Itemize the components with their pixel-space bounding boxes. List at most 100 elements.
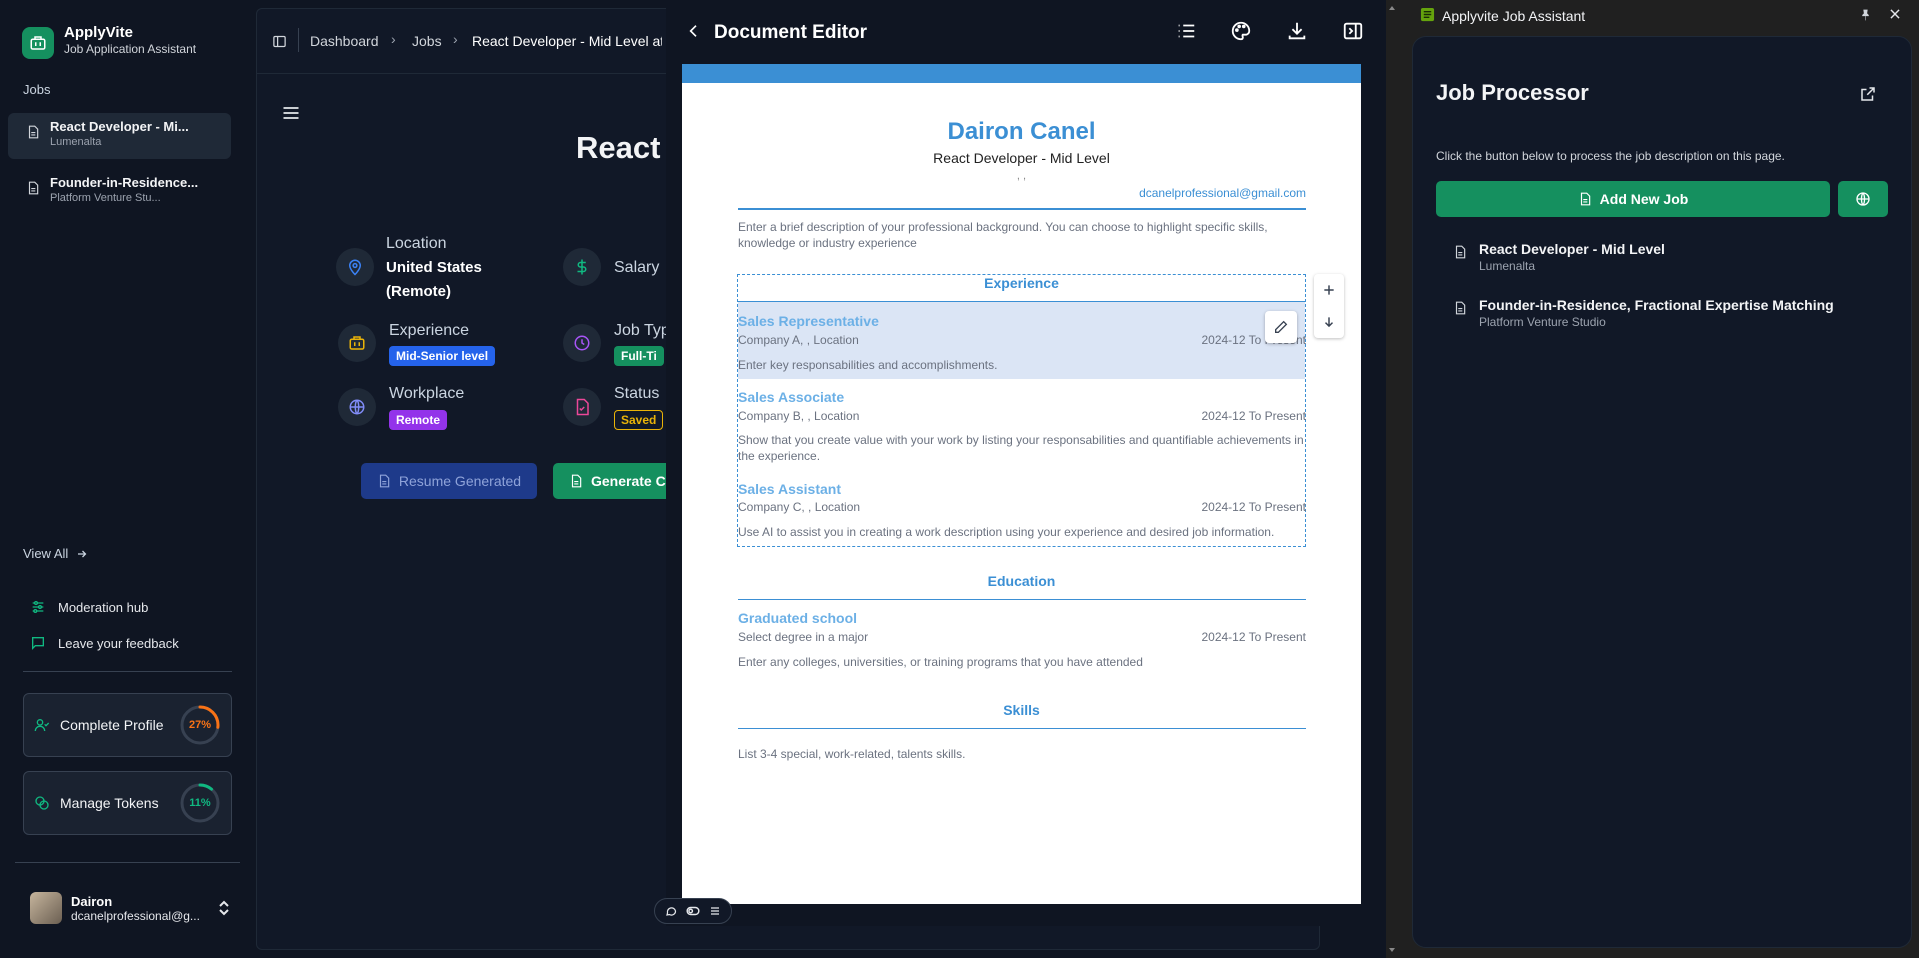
education-degree[interactable]: Select degree in a major [738, 630, 868, 644]
experience-label: Experience [389, 322, 470, 339]
breadcrumb-jobs[interactable]: Jobs [412, 33, 442, 49]
education-heading: Education [987, 573, 1056, 589]
assistant-job-item[interactable]: React Developer - Mid Level Lumenalta [1453, 241, 1665, 273]
sidebar-toggle-icon[interactable] [272, 34, 287, 49]
location-value: United States [386, 259, 482, 276]
assistant-job-item[interactable]: Founder-in-Residence, Fractional Experti… [1453, 297, 1834, 329]
experience-title[interactable]: Sales Associate [738, 389, 844, 405]
experience-description[interactable]: Show that you create value with your wor… [738, 432, 1308, 464]
add-new-job-button[interactable]: Add New Job [1436, 181, 1830, 217]
pin-icon[interactable] [1859, 8, 1872, 22]
chevron-left-icon[interactable] [686, 23, 702, 39]
resume-generated-label: Resume Generated [398, 473, 522, 489]
section-divider [738, 599, 1306, 600]
complete-profile-label: Complete Profile [60, 717, 164, 733]
sidebar-job-title: Founder-in-Residence... [50, 175, 199, 190]
close-icon[interactable] [1888, 7, 1902, 21]
external-link-icon[interactable] [1859, 85, 1877, 103]
experience-company[interactable]: Company A, , Location [738, 333, 859, 347]
sidebar-job-item[interactable]: Founder-in-Residence... Platform Venture … [8, 169, 231, 215]
job-processor-description: Click the button below to process the jo… [1436, 149, 1785, 163]
resume-name[interactable]: Dairon Canel [682, 118, 1361, 146]
summary-line-1[interactable]: Enter a brief description of your profes… [738, 219, 1268, 235]
education-description[interactable]: Enter any colleges, universities, or tra… [738, 654, 1308, 670]
sliders-icon [30, 599, 46, 615]
breadcrumb-divider [298, 28, 299, 52]
experience-date[interactable]: 2024-12 To Present [1201, 500, 1306, 514]
progress-ring: 11% [179, 782, 221, 824]
brand-subtitle: Job Application Assistant [64, 42, 197, 56]
document-icon [377, 474, 391, 488]
status-badge: Saved [614, 410, 664, 430]
experience-title[interactable]: Sales Representative [738, 313, 879, 329]
section-controls [1314, 274, 1344, 338]
dollar-icon [563, 248, 601, 286]
experience-description[interactable]: Enter key responsabilities and accomplis… [738, 357, 1308, 373]
user-name: Dairon [71, 893, 113, 909]
manage-tokens-label: Manage Tokens [60, 795, 159, 811]
location-label: Location [386, 235, 447, 252]
moderation-hub-label: Moderation hub [58, 599, 149, 615]
plus-icon[interactable] [1322, 283, 1336, 297]
feedback-label: Leave your feedback [58, 635, 179, 651]
sidebar-job-item[interactable]: React Developer - Mi... Lumenalta [8, 113, 231, 159]
experience-description[interactable]: Use AI to assist you in creating a work … [738, 524, 1308, 540]
list-icon[interactable] [1175, 20, 1197, 42]
resume-email[interactable]: dcanelprofessional@gmail.com [1000, 186, 1306, 200]
breadcrumb-dashboard[interactable]: Dashboard [310, 33, 379, 49]
view-all-label: View All [23, 546, 69, 561]
user-check-icon [34, 717, 50, 733]
section-divider [738, 301, 1306, 302]
user-menu[interactable]: Dairon dcanelprofessional@g... [30, 892, 230, 924]
globe-button[interactable] [1838, 181, 1888, 217]
resume-role[interactable]: React Developer - Mid Level [682, 150, 1361, 166]
feedback-link[interactable]: Leave your feedback [30, 635, 179, 651]
toggle-icon[interactable] [686, 905, 700, 917]
palette-icon[interactable] [1230, 20, 1252, 42]
applyvite-logo[interactable] [22, 27, 54, 59]
map-pin-icon [336, 248, 374, 286]
experience-company[interactable]: Company C, , Location [738, 500, 860, 514]
workplace-badge: Remote [389, 410, 448, 430]
sidebar-divider [15, 862, 240, 863]
resume-generated-button[interactable]: Resume Generated [361, 463, 537, 499]
education-date[interactable]: 2024-12 To Present [1201, 630, 1306, 644]
experience-company[interactable]: Company B, , Location [738, 409, 859, 423]
summary-line-2[interactable]: knowledge or industry experience [738, 235, 917, 251]
menu-icon[interactable] [709, 905, 721, 917]
scrollbar[interactable] [1388, 0, 1396, 958]
education-title[interactable]: Graduated school [738, 610, 857, 626]
status-label: Status [614, 385, 660, 402]
chevron-right-icon: › [391, 31, 396, 47]
comment-icon[interactable] [665, 905, 677, 917]
experience-title[interactable]: Sales Assistant [738, 481, 841, 497]
document-icon [26, 181, 40, 195]
progress-ring: 27% [179, 704, 221, 746]
skills-description[interactable]: List 3-4 special, work-related, talents … [738, 746, 1308, 762]
section-divider [738, 728, 1306, 729]
coins-icon [34, 795, 50, 811]
globe-icon [1855, 191, 1871, 207]
job-processor-title: Job Processor [1436, 80, 1589, 105]
complete-profile-card[interactable]: Complete Profile 27% [23, 693, 232, 757]
salary-label: Salary [614, 259, 660, 276]
assistant-job-title: Founder-in-Residence, Fractional Experti… [1479, 297, 1834, 313]
progress-percent: 27% [188, 719, 212, 731]
briefcase-icon [338, 324, 376, 362]
edit-entry-button[interactable] [1265, 311, 1297, 343]
generate-cover-letter-button[interactable]: Generate C [553, 463, 673, 499]
breadcrumb-current: React Developer - Mid Level at [472, 33, 662, 49]
panel-right-icon[interactable] [1342, 20, 1364, 42]
sidebar-divider [23, 671, 232, 672]
arrow-down-icon[interactable] [1322, 315, 1336, 329]
menu-icon[interactable] [281, 103, 301, 123]
download-icon[interactable] [1286, 20, 1308, 42]
experience-date[interactable]: 2024-12 To Present [1201, 409, 1306, 423]
arrow-right-icon [76, 548, 88, 560]
experience-badge: Mid-Senior level [389, 346, 496, 366]
moderation-hub-link[interactable]: Moderation hub [30, 599, 148, 615]
job-type-badge: Full-Ti [614, 346, 666, 366]
view-all-link[interactable]: View All [23, 546, 88, 561]
add-new-job-label: Add New Job [1599, 191, 1689, 207]
manage-tokens-card[interactable]: Manage Tokens 11% [23, 771, 232, 835]
